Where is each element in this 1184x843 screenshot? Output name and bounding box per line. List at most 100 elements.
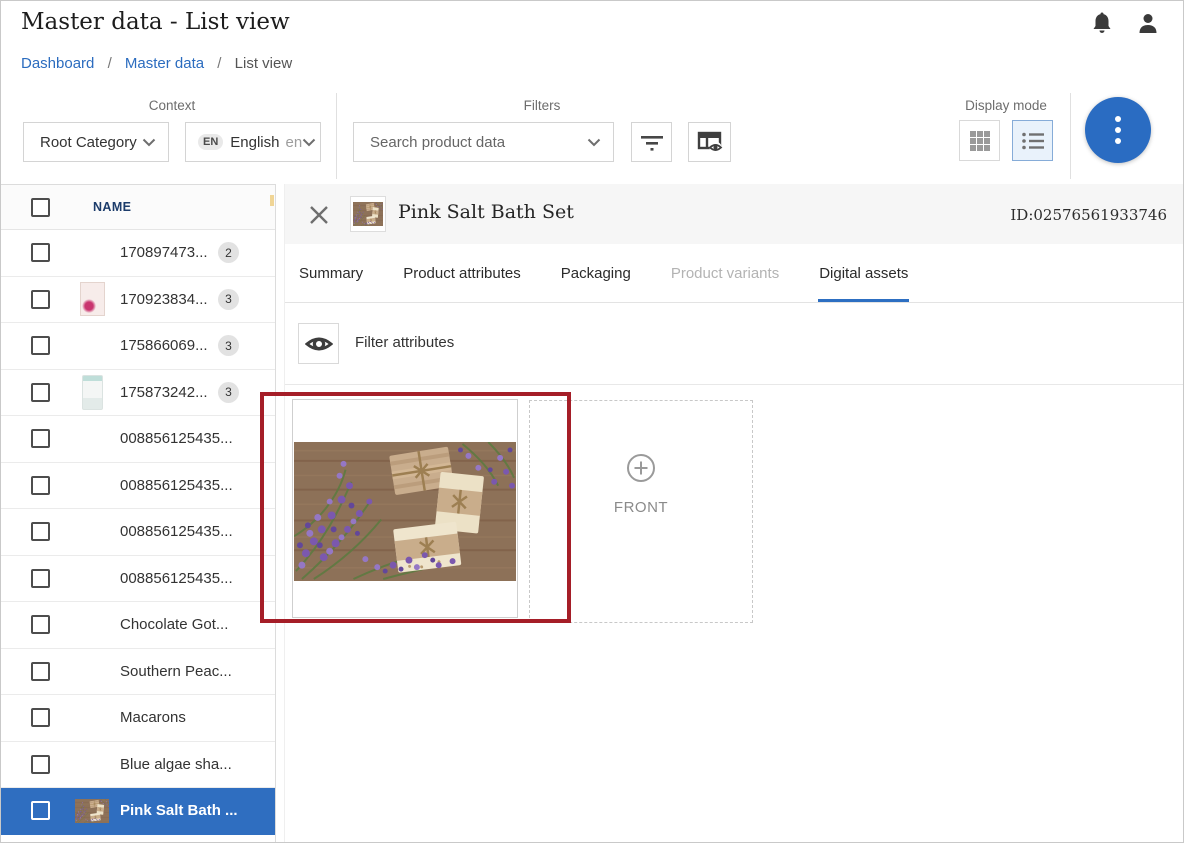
table-row[interactable]: 008856125435...: [1, 463, 275, 510]
row-checkbox[interactable]: [31, 290, 50, 309]
filter-lines-icon[interactable]: [631, 122, 672, 162]
tab-digital-assets[interactable]: Digital assets: [818, 244, 909, 302]
table-row[interactable]: 008856125435...: [1, 416, 275, 463]
row-name: Macarons: [120, 709, 186, 726]
list-view-icon[interactable]: [1012, 120, 1053, 161]
toolbar-divider: [1070, 93, 1071, 179]
row-thumbnail: [75, 515, 109, 549]
table-row[interactable]: Blue algae sha...: [1, 742, 275, 789]
page-title: Master data - List view: [21, 9, 290, 35]
row-name: 008856125435...: [120, 523, 233, 540]
row-checkbox[interactable]: [31, 243, 50, 262]
language-dropdown[interactable]: EN English en: [185, 122, 321, 162]
table-row[interactable]: Southern Peac...: [1, 649, 275, 696]
row-checkbox[interactable]: [31, 522, 50, 541]
row-name: Chocolate Got...: [120, 616, 228, 633]
search-product-dropdown[interactable]: Search product data: [353, 122, 614, 162]
context-section-label: Context: [23, 98, 321, 113]
filter-attributes-row: Filter attributes: [285, 303, 1184, 385]
plus-circle-icon: [626, 453, 656, 483]
digital-assets-area: FRONT: [285, 385, 1184, 843]
row-checkbox[interactable]: [31, 569, 50, 588]
row-checkbox[interactable]: [31, 383, 50, 402]
kebab-menu-icon[interactable]: [1085, 97, 1151, 163]
asset-image-card[interactable]: [292, 399, 518, 618]
row-checkbox[interactable]: [31, 476, 50, 495]
product-list-panel: NAME 170897473... 2 170923834... 3: [1, 184, 276, 843]
close-icon[interactable]: [309, 205, 329, 225]
row-thumbnail: [75, 747, 109, 781]
table-row[interactable]: 170923834... 3: [1, 277, 275, 324]
product-title: Pink Salt Bath Set: [398, 201, 574, 223]
select-all-checkbox[interactable]: [31, 198, 50, 217]
master-data-app: Master data - List view Dashboard / Mast…: [0, 0, 1184, 843]
row-checkbox[interactable]: [31, 662, 50, 681]
table-eye-icon[interactable]: [688, 122, 731, 162]
row-thumbnail: [75, 794, 109, 828]
table-row[interactable]: 175873242... 3: [1, 370, 275, 417]
breadcrumb-link-dashboard[interactable]: Dashboard: [21, 55, 94, 72]
row-checkbox[interactable]: [31, 429, 50, 448]
name-column-header: NAME: [93, 200, 131, 214]
row-count-badge: 2: [218, 242, 239, 263]
filters-section-label: Filters: [353, 98, 731, 113]
root-category-dropdown[interactable]: Root Category: [23, 122, 169, 162]
search-placeholder: Search product data: [370, 134, 505, 151]
breadcrumb-link-master-data[interactable]: Master data: [125, 55, 204, 72]
eye-icon[interactable]: [298, 323, 339, 364]
row-name: 008856125435...: [120, 430, 233, 447]
row-name: Southern Peac...: [120, 663, 232, 680]
person-icon[interactable]: [1135, 11, 1161, 37]
row-count-badge: 3: [218, 382, 239, 403]
table-row[interactable]: 008856125435...: [1, 556, 275, 603]
detail-tabs: Summary Product attributes Packaging Pro…: [285, 244, 1184, 303]
row-count-badge: 3: [218, 335, 239, 356]
row-name: 175866069...: [120, 337, 208, 354]
table-row[interactable]: Macarons: [1, 695, 275, 742]
chevron-down-icon: [302, 138, 316, 147]
product-detail-panel: Pink Salt Bath Set ID:02576561933746 Sum…: [284, 184, 1184, 843]
tab-product-variants: Product variants: [670, 244, 780, 302]
row-name: Blue algae sha...: [120, 756, 232, 773]
row-name: 175873242...: [120, 384, 208, 401]
product-id: ID:02576561933746: [1010, 206, 1167, 224]
row-name: 008856125435...: [120, 477, 233, 494]
list-header: NAME: [1, 185, 275, 230]
row-name: 170897473...: [120, 244, 208, 261]
tab-product-attributes[interactable]: Product attributes: [402, 244, 522, 302]
grid-view-icon[interactable]: [959, 120, 1000, 161]
root-category-value: Root Category: [40, 134, 137, 151]
lavender-soap-photo: [294, 442, 516, 581]
row-thumbnail: [75, 701, 109, 735]
breadcrumb-separator: /: [217, 55, 221, 72]
tab-summary[interactable]: Summary: [298, 244, 364, 302]
table-row[interactable]: 170897473... 2: [1, 230, 275, 277]
toolbar: Context Filters Display mode Root Catego…: [1, 89, 1184, 184]
language-code-badge: EN: [198, 134, 223, 150]
table-row[interactable]: 175866069... 3: [1, 323, 275, 370]
product-rows: 170897473... 2 170923834... 3 175866069.…: [1, 230, 275, 835]
row-checkbox[interactable]: [31, 755, 50, 774]
front-slot-label: FRONT: [614, 499, 668, 516]
front-upload-slot[interactable]: FRONT: [529, 400, 753, 623]
row-checkbox[interactable]: [31, 708, 50, 727]
row-thumbnail: [75, 236, 109, 270]
breadcrumb-separator: /: [108, 55, 112, 72]
row-thumbnail: [75, 375, 109, 409]
row-checkbox[interactable]: [31, 801, 50, 820]
table-row[interactable]: Pink Salt Bath ...: [1, 788, 275, 835]
row-checkbox[interactable]: [31, 336, 50, 355]
table-row[interactable]: Chocolate Got...: [1, 602, 275, 649]
chevron-down-icon: [142, 138, 156, 147]
tab-packaging[interactable]: Packaging: [560, 244, 632, 302]
row-name: Pink Salt Bath ...: [120, 802, 238, 819]
row-name: 170923834...: [120, 291, 208, 308]
bell-icon[interactable]: [1089, 11, 1115, 37]
table-row[interactable]: 008856125435...: [1, 509, 275, 556]
row-checkbox[interactable]: [31, 615, 50, 634]
row-thumbnail: [75, 561, 109, 595]
row-thumbnail: [75, 654, 109, 688]
toolbar-divider: [336, 93, 337, 179]
display-mode-section-label: Display mode: [947, 98, 1065, 113]
row-thumbnail: [75, 282, 109, 316]
